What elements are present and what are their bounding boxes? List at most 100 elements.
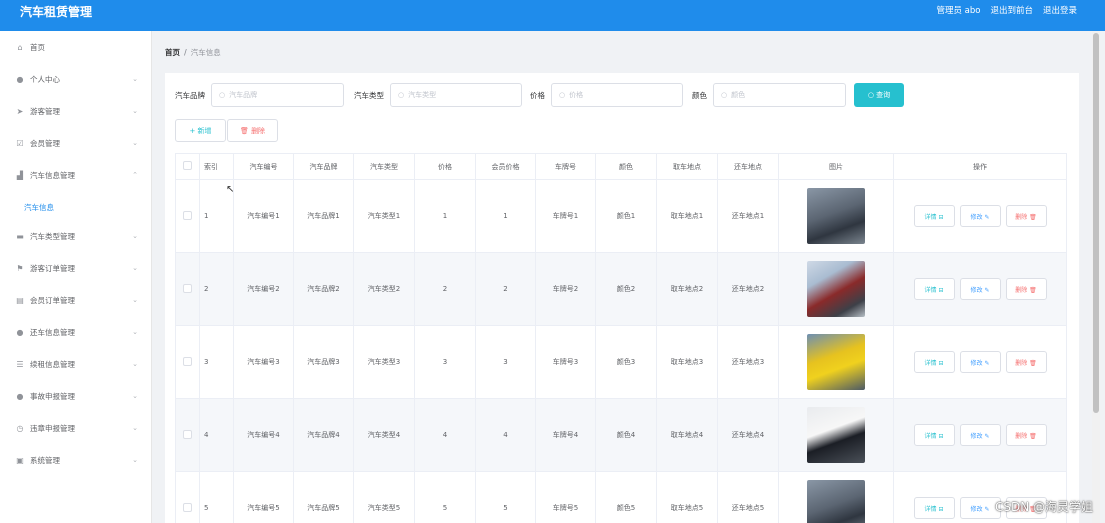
- column-header[interactable]: 会员价格: [475, 153, 536, 180]
- table-cell: 还车地点5: [717, 471, 779, 523]
- operations-cell: 详情 ⊟ 修改 ✎ 删除 🗑: [893, 398, 1067, 472]
- breadcrumb-current: 汽车信息: [190, 48, 221, 57]
- table-cell: 颜色4: [595, 398, 657, 472]
- table-row[interactable]: 3 汽车编号3 汽车品牌3 汽车类型3 3 3 车牌号3 颜色3 取车地点3 还…: [175, 325, 1067, 399]
- sidebar-subitem-car-info[interactable]: 汽车信息: [24, 202, 54, 213]
- table-cell: 2: [414, 252, 476, 326]
- car-image[interactable]: [807, 334, 865, 390]
- row-checkbox-cell[interactable]: [175, 398, 200, 472]
- column-header[interactable]: 汽车编号: [233, 153, 294, 180]
- table-cell: 取车地点1: [656, 179, 718, 253]
- sidebar-item-member-orders[interactable]: ▤ 会员订单管理 ⌄: [0, 284, 152, 316]
- table-cell: 1: [414, 179, 476, 253]
- checkbox[interactable]: [183, 429, 192, 439]
- detail-button[interactable]: 详情 ⊟: [913, 497, 955, 519]
- page-scrollbar[interactable]: [1092, 31, 1100, 523]
- price-search-input[interactable]: ○ 价格: [551, 83, 683, 107]
- table-cell: 还车地点2: [717, 252, 779, 326]
- table-cell: 3: [475, 325, 536, 399]
- brand-search-input[interactable]: ○ 汽车品牌: [211, 83, 344, 107]
- column-header: 图片: [778, 153, 894, 180]
- sidebar-item-car-info[interactable]: ▟ 汽车信息管理 ⌃: [0, 159, 152, 191]
- row-checkbox-cell[interactable]: [175, 325, 200, 399]
- checkbox[interactable]: [183, 283, 192, 293]
- sidebar-item-profile[interactable]: ● 个人中心 ⌄: [0, 63, 152, 95]
- batch-delete-button[interactable]: 🗑 删除: [227, 119, 278, 142]
- checkbox[interactable]: [183, 210, 192, 220]
- car-image[interactable]: [807, 188, 865, 244]
- sidebar-item-visitor-orders[interactable]: ⚑ 游客订单管理 ⌄: [0, 252, 152, 284]
- checkbox[interactable]: [183, 502, 192, 512]
- table-cell: 还车地点4: [717, 398, 779, 472]
- edit-button[interactable]: 修改 ✎: [959, 278, 1001, 300]
- sidebar-item-returns[interactable]: ● 还车信息管理 ⌄: [0, 316, 152, 348]
- back-to-front-link[interactable]: 退出到前台: [990, 4, 1033, 16]
- detail-button[interactable]: 详情 ⊟: [913, 424, 955, 446]
- column-header[interactable]: 取车地点: [656, 153, 718, 180]
- car-image-cell: [778, 252, 894, 326]
- sidebar-item-label: 违章申报管理: [30, 423, 75, 433]
- sidebar-item-accidents[interactable]: ● 事故申报管理 ⌄: [0, 380, 152, 412]
- column-header[interactable]: 汽车类型: [353, 153, 415, 180]
- sidebar-item-system[interactable]: ▣ 系统管理 ⌄: [0, 444, 152, 476]
- type-placeholder: 汽车类型: [408, 91, 437, 99]
- sidebar-item-home[interactable]: ⌂ 首页: [0, 31, 152, 63]
- sidebar-item-visitors[interactable]: ➤ 游客管理 ⌄: [0, 95, 152, 127]
- checkbox[interactable]: [183, 356, 192, 366]
- color-filter-label: 颜色: [692, 90, 707, 100]
- table-row[interactable]: 5 汽车编号5 汽车品牌5 汽车类型5 5 5 车牌号5 颜色5 取车地点5 还…: [175, 471, 1067, 523]
- detail-button[interactable]: 详情 ⊟: [913, 205, 955, 227]
- edit-button[interactable]: 修改 ✎: [959, 424, 1001, 446]
- column-header[interactable]: 颜色: [595, 153, 657, 180]
- column-header[interactable]: 价格: [414, 153, 476, 180]
- table-row[interactable]: 2 汽车编号2 汽车品牌2 汽车类型2 2 2 车牌号2 颜色2 取车地点2 还…: [175, 252, 1067, 326]
- column-header[interactable]: 还车地点: [717, 153, 779, 180]
- type-filter: 汽车类型 ○ 汽车类型: [354, 83, 522, 107]
- table-row[interactable]: 4 汽车编号4 汽车品牌4 汽车类型4 4 4 车牌号4 颜色4 取车地点4 还…: [175, 398, 1067, 472]
- sidebar-item-label: 会员订单管理: [30, 295, 75, 305]
- row-checkbox-cell[interactable]: [175, 252, 200, 326]
- brand-filter: 汽车品牌 ○ 汽车品牌: [175, 83, 344, 107]
- select-all-checkbox[interactable]: [175, 153, 200, 180]
- delete-button[interactable]: 删除 🗑: [1005, 278, 1047, 300]
- table-cell: 汽车品牌5: [293, 471, 354, 523]
- content-panel: 汽车品牌 ○ 汽车品牌 汽车类型 ○ 汽车类型 价格 ○ 价格 颜色 ○ 颜色 ○ 查询…: [165, 73, 1079, 523]
- logout-link[interactable]: 退出登录: [1043, 4, 1077, 16]
- sidebar-item-car-types[interactable]: ▬ 汽车类型管理 ⌄: [0, 220, 152, 252]
- person-icon: ●: [16, 327, 24, 337]
- delete-button[interactable]: 删除 🗑: [1005, 205, 1047, 227]
- chevron-down-icon: ⌄: [132, 139, 138, 147]
- chevron-down-icon: ⌄: [132, 392, 138, 400]
- trash-icon: ▤: [16, 295, 24, 305]
- table-row[interactable]: 1 汽车编号1 汽车品牌1 汽车类型1 1 1 车牌号1 颜色1 取车地点1 还…: [175, 179, 1067, 253]
- column-header[interactable]: 索引: [199, 153, 234, 180]
- scrollbar-thumb[interactable]: [1093, 33, 1099, 413]
- table-cell: 车牌号5: [535, 471, 596, 523]
- type-search-input[interactable]: ○ 汽车类型: [390, 83, 522, 107]
- column-header[interactable]: 车牌号: [535, 153, 596, 180]
- sidebar-item-members[interactable]: ☑ 会员管理 ⌄: [0, 127, 152, 159]
- sidebar-item-renewals[interactable]: ☰ 续租信息管理 ⌄: [0, 348, 152, 380]
- query-label: 查询: [876, 91, 891, 99]
- query-button[interactable]: ○ 查询: [854, 83, 904, 107]
- edit-button[interactable]: 修改 ✎: [959, 205, 1001, 227]
- delete-button[interactable]: 删除 🗑: [1005, 351, 1047, 373]
- car-image[interactable]: [807, 480, 865, 523]
- detail-button[interactable]: 详情 ⊟: [913, 351, 955, 373]
- table-cell: 车牌号2: [535, 252, 596, 326]
- detail-button[interactable]: 详情 ⊟: [913, 278, 955, 300]
- row-checkbox-cell[interactable]: [175, 471, 200, 523]
- delete-button[interactable]: 删除 🗑: [1005, 424, 1047, 446]
- column-header[interactable]: 汽车品牌: [293, 153, 354, 180]
- checkbox[interactable]: [183, 161, 192, 170]
- color-search-input[interactable]: ○ 颜色: [713, 83, 846, 107]
- breadcrumb-home[interactable]: 首页: [165, 48, 180, 57]
- car-image[interactable]: [807, 407, 865, 463]
- card-icon: ▬: [16, 231, 24, 241]
- car-image[interactable]: [807, 261, 865, 317]
- add-button[interactable]: + 新增: [175, 119, 226, 142]
- sidebar-item-violations[interactable]: ◷ 违章申报管理 ⌄: [0, 412, 152, 444]
- edit-button[interactable]: 修改 ✎: [959, 351, 1001, 373]
- table-cell: 5: [414, 471, 476, 523]
- row-checkbox-cell[interactable]: [175, 179, 200, 253]
